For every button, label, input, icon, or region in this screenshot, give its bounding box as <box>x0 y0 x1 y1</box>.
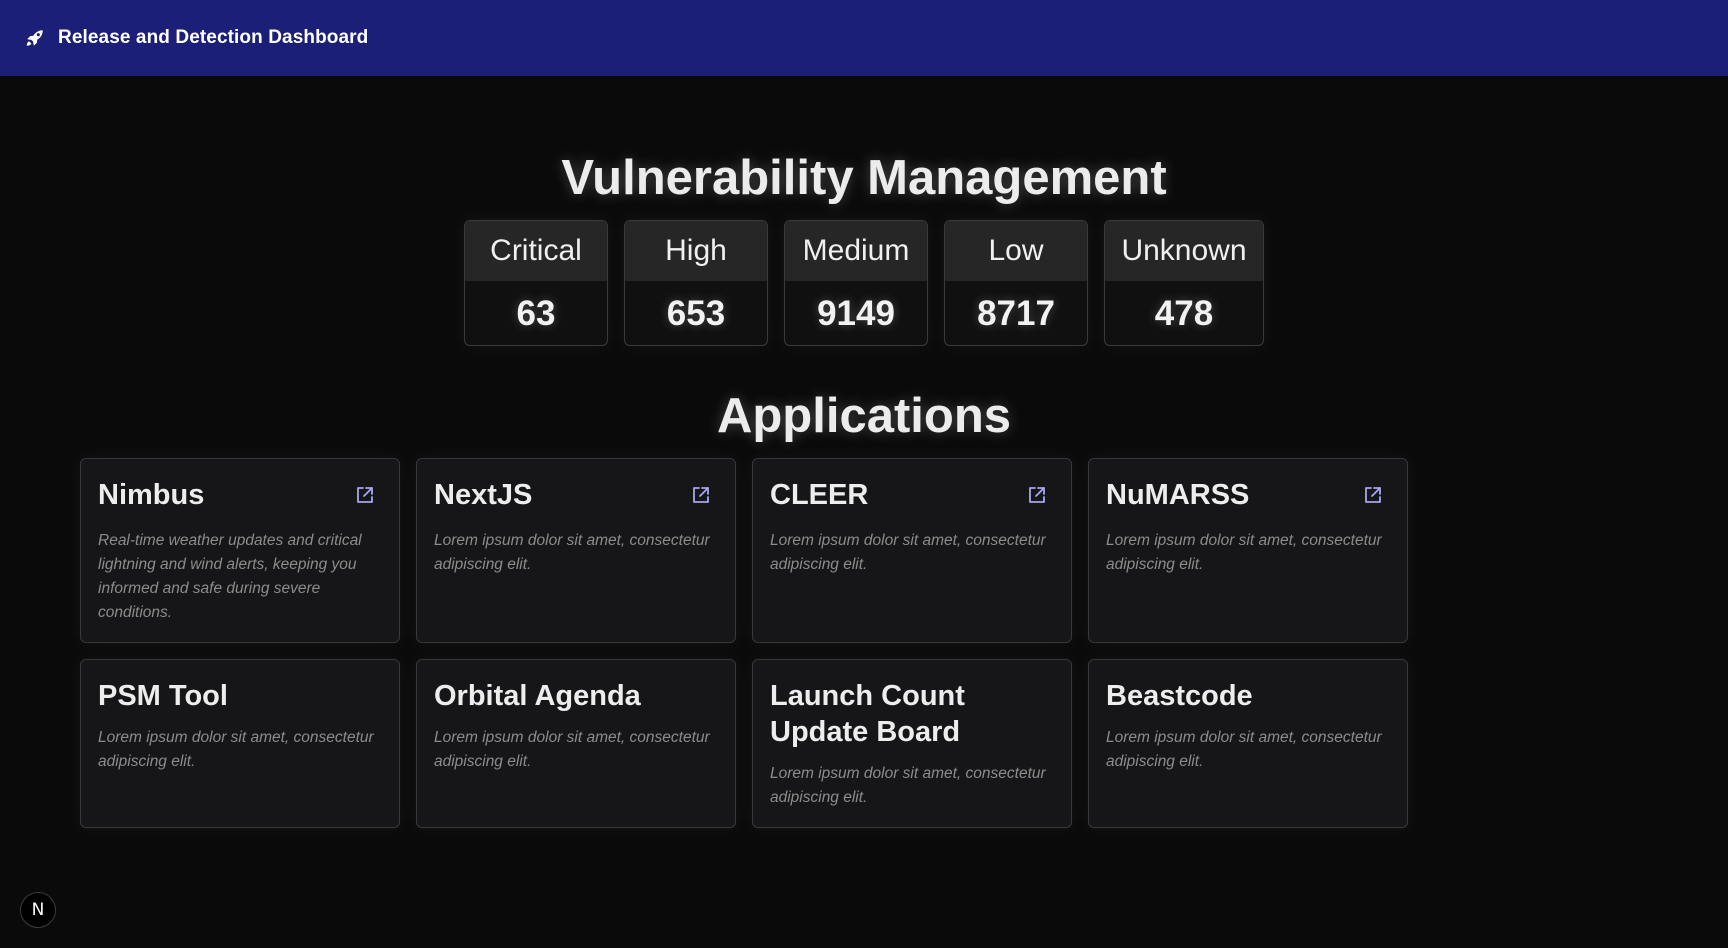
app-description: Lorem ipsum dolor sit amet, consectetur … <box>770 765 1046 806</box>
external-link-icon[interactable] <box>355 485 375 505</box>
stat-card-high: High 653 <box>624 220 768 346</box>
stat-label: Medium <box>785 221 927 281</box>
stat-card-low: Low 8717 <box>944 220 1088 346</box>
stat-value: 63 <box>516 294 556 333</box>
vulnerability-stats: Critical 63 High 653 Medium 9149 Low 871… <box>0 220 1728 346</box>
app-name: Orbital Agenda <box>434 680 641 712</box>
rocket-icon <box>24 26 48 50</box>
app-card-cleer[interactable]: CLEER Lorem ipsum dolor sit amet, consec… <box>752 458 1072 643</box>
stat-card-unknown: Unknown 478 <box>1104 220 1264 346</box>
app-card-psm-tool[interactable]: PSM Tool Lorem ipsum dolor sit amet, con… <box>80 659 400 828</box>
stat-label: High <box>625 221 767 281</box>
app-description: Lorem ipsum dolor sit amet, consectetur … <box>1106 729 1382 770</box>
stat-value: 653 <box>666 294 726 333</box>
app-description: Lorem ipsum dolor sit amet, consectetur … <box>434 532 710 573</box>
applications-grid: Nimbus Real-time weather updates and cri… <box>80 458 1408 828</box>
app-card-beastcode[interactable]: Beastcode Lorem ipsum dolor sit amet, co… <box>1088 659 1408 828</box>
stat-value: 9149 <box>817 294 895 333</box>
app-name: Nimbus <box>98 479 205 511</box>
stat-card-critical: Critical 63 <box>464 220 608 346</box>
app-title: Release and Detection Dashboard <box>58 27 369 48</box>
stat-label: Critical <box>465 221 607 281</box>
app-description: Lorem ipsum dolor sit amet, consectetur … <box>1106 532 1382 573</box>
app-name: PSM Tool <box>98 680 228 712</box>
app-card-nimbus[interactable]: Nimbus Real-time weather updates and cri… <box>80 458 400 643</box>
app-name: NuMARSS <box>1106 479 1250 511</box>
app-description: Lorem ipsum dolor sit amet, consectetur … <box>98 729 374 770</box>
vulnerability-section-title: Vulnerability Management <box>561 151 1167 205</box>
app-name: CLEER <box>770 479 869 511</box>
external-link-icon[interactable] <box>691 485 711 505</box>
app-description: Real-time weather updates and critical l… <box>98 532 362 621</box>
app-card-orbital-agenda[interactable]: Orbital Agenda Lorem ipsum dolor sit ame… <box>416 659 736 828</box>
app-description: Lorem ipsum dolor sit amet, consectetur … <box>770 532 1046 573</box>
top-bar: Release and Detection Dashboard <box>0 0 1728 76</box>
app-name: NextJS <box>434 479 533 511</box>
app-card-launch-count-update-board[interactable]: Launch Count Update Board Lorem ipsum do… <box>752 659 1072 828</box>
app-name: Beastcode <box>1106 680 1253 712</box>
app-card-numarss[interactable]: NuMARSS Lorem ipsum dolor sit amet, cons… <box>1088 458 1408 643</box>
external-link-icon[interactable] <box>1363 485 1383 505</box>
external-link-icon[interactable] <box>1027 485 1047 505</box>
app-card-nextjs[interactable]: NextJS Lorem ipsum dolor sit amet, conse… <box>416 458 736 643</box>
stat-value: 8717 <box>977 294 1055 333</box>
stat-value: 478 <box>1154 294 1214 333</box>
stat-card-medium: Medium 9149 <box>784 220 928 346</box>
nextjs-devtools-icon[interactable]: N <box>20 892 56 928</box>
app-description: Lorem ipsum dolor sit amet, consectetur … <box>434 729 710 770</box>
applications-section-title: Applications <box>716 389 1012 443</box>
stat-label: Low <box>945 221 1087 281</box>
app-name: Launch Count Update Board <box>770 680 965 748</box>
stat-label: Unknown <box>1105 221 1263 281</box>
